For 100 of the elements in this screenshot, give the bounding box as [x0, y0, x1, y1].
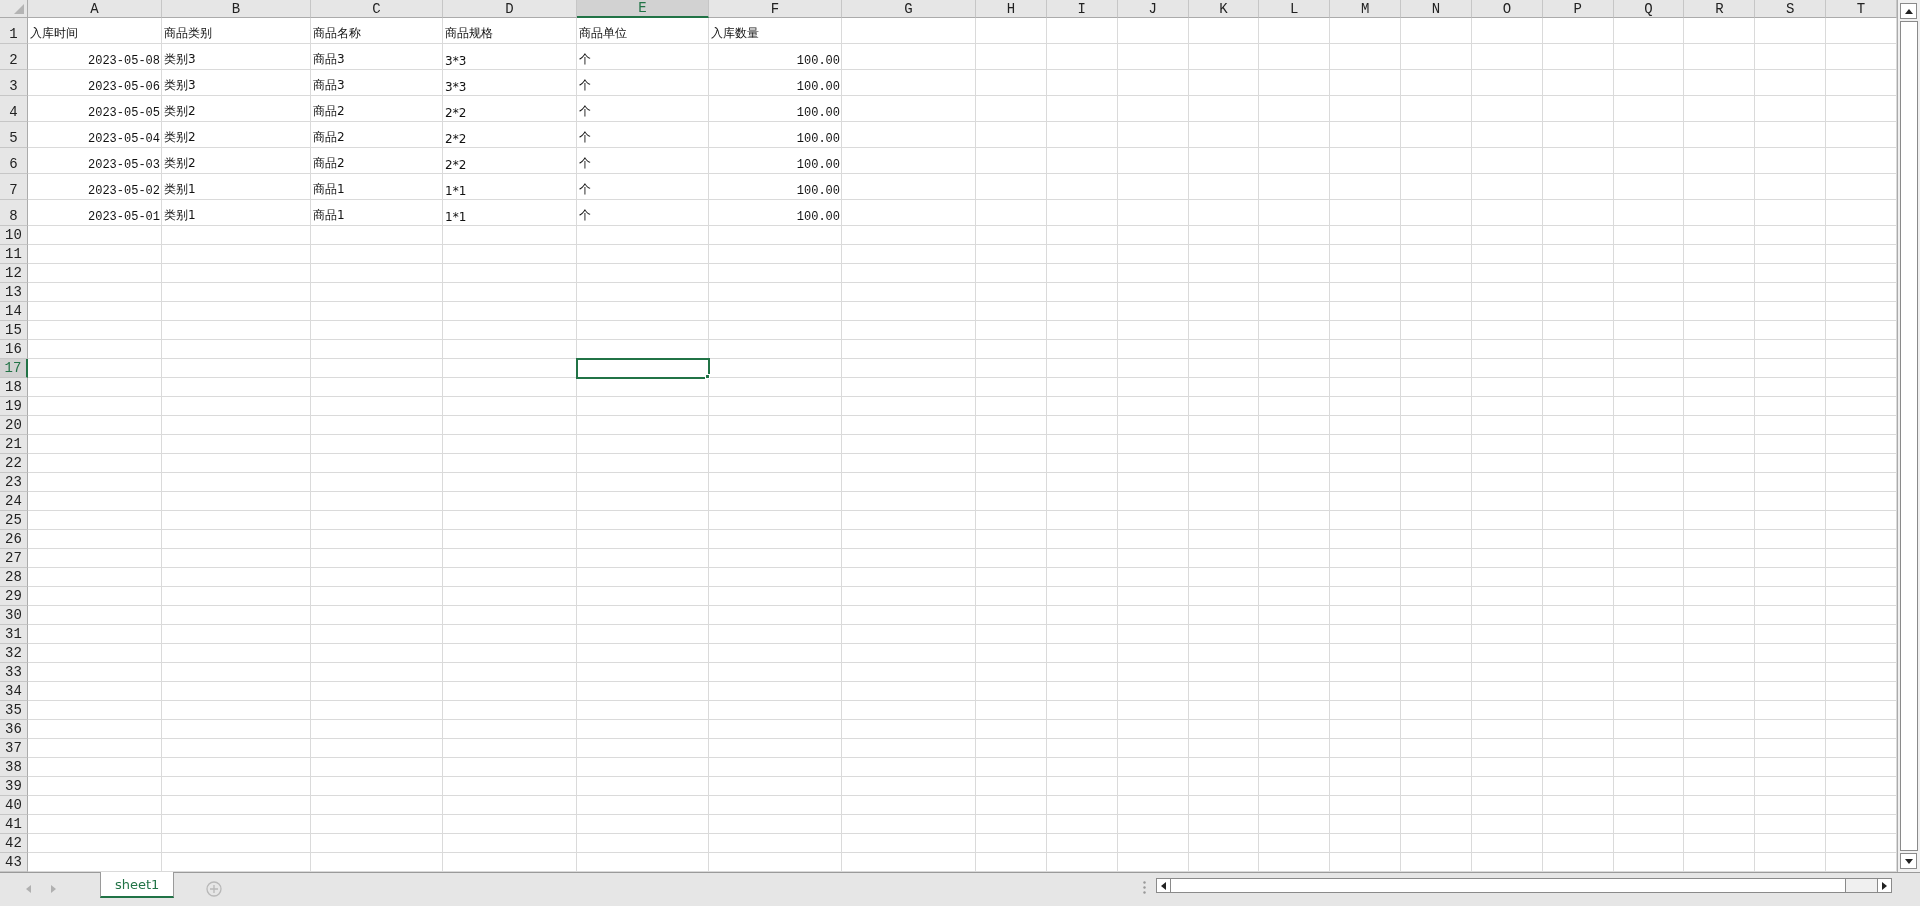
- column-header[interactable]: P: [1542, 0, 1614, 18]
- row-number[interactable]: 43: [0, 853, 28, 872]
- row-number[interactable]: 6: [0, 148, 28, 174]
- table-cell-text: 类别3: [163, 51, 197, 68]
- row-number[interactable]: 18: [0, 378, 28, 397]
- row-number[interactable]: 12: [0, 264, 28, 283]
- column-header[interactable]: H: [976, 0, 1047, 18]
- row-number[interactable]: 26: [0, 530, 28, 549]
- row-number[interactable]: 25: [0, 511, 28, 530]
- row-number[interactable]: 22: [0, 454, 28, 473]
- row-number[interactable]: 32: [0, 644, 28, 663]
- column-header[interactable]: D: [443, 0, 577, 18]
- column-header[interactable]: T: [1826, 0, 1897, 18]
- column-header[interactable]: N: [1401, 0, 1472, 18]
- row-number[interactable]: 13: [0, 283, 28, 302]
- row-number[interactable]: 11: [0, 245, 28, 264]
- column-header[interactable]: E: [577, 0, 709, 18]
- table-cell-text: 商品名称: [312, 25, 362, 42]
- row-number[interactable]: 17: [0, 359, 28, 378]
- table-cell-text: 入库数量: [710, 25, 760, 42]
- vertical-scrollbar[interactable]: [1897, 0, 1920, 872]
- row-number[interactable]: 14: [0, 302, 28, 321]
- column-header[interactable]: B: [162, 0, 311, 18]
- column-header[interactable]: C: [311, 0, 443, 18]
- row-number[interactable]: 16: [0, 340, 28, 359]
- column-header[interactable]: L: [1259, 0, 1331, 18]
- row-number[interactable]: 29: [0, 587, 28, 606]
- split-handle-icon[interactable]: [1143, 881, 1146, 894]
- row-number[interactable]: 34: [0, 682, 28, 701]
- row-number[interactable]: 5: [0, 122, 28, 148]
- table-cell-text: 1*1: [444, 209, 468, 226]
- column-header[interactable]: A: [28, 0, 162, 18]
- row-number[interactable]: 39: [0, 777, 28, 796]
- row-number[interactable]: 15: [0, 321, 28, 340]
- column-header[interactable]: K: [1188, 0, 1260, 18]
- column-header[interactable]: R: [1684, 0, 1756, 18]
- row-number[interactable]: 7: [0, 174, 28, 200]
- table-cell-text: 100.00: [795, 53, 841, 70]
- triangle-down-icon: [1904, 858, 1913, 864]
- table-cell-text: 100.00: [795, 209, 841, 226]
- row-number[interactable]: 30: [0, 606, 28, 625]
- column-header[interactable]: O: [1471, 0, 1543, 18]
- row-number[interactable]: 3: [0, 70, 28, 96]
- vertical-scroll-thumb[interactable]: [1900, 21, 1918, 851]
- table-cell-text: 商品2: [312, 129, 346, 146]
- active-cell-cursor[interactable]: [577, 359, 709, 378]
- row-number[interactable]: 20: [0, 416, 28, 435]
- table-cell-text: 个: [578, 103, 592, 120]
- row-number[interactable]: 41: [0, 815, 28, 834]
- sheet-tab[interactable]: sheet1: [100, 872, 175, 898]
- row-number[interactable]: 31: [0, 625, 28, 644]
- row-number[interactable]: 4: [0, 96, 28, 122]
- scroll-down-button[interactable]: [1900, 853, 1917, 869]
- scroll-up-button[interactable]: [1900, 3, 1917, 19]
- previous-sheet-icon[interactable]: [26, 885, 31, 893]
- table-cell-text: 1*1: [444, 183, 468, 200]
- column-header[interactable]: M: [1330, 0, 1402, 18]
- column-header[interactable]: J: [1117, 0, 1189, 18]
- row-number[interactable]: 1: [0, 18, 28, 44]
- table-cell-text: 3*3: [444, 79, 468, 96]
- table-cell-text: 商品单位: [578, 25, 628, 42]
- row-number[interactable]: 23: [0, 473, 28, 492]
- row-number[interactable]: 40: [0, 796, 28, 815]
- table-cell-text: 2023-05-06: [87, 79, 161, 96]
- table-cell-text: 类别3: [163, 77, 197, 94]
- column-header[interactable]: Q: [1613, 0, 1685, 18]
- row-number[interactable]: 19: [0, 397, 28, 416]
- table-cell-text: 商品3: [312, 51, 346, 68]
- row-number[interactable]: 36: [0, 720, 28, 739]
- triangle-up-icon: [1904, 8, 1913, 14]
- table-cell-text: 类别1: [163, 181, 197, 198]
- row-number[interactable]: 8: [0, 200, 28, 226]
- column-header[interactable]: S: [1755, 0, 1827, 18]
- table-cell-text: 100.00: [795, 79, 841, 96]
- table-cell-text: 个: [578, 181, 592, 198]
- table-cell-text: 个: [578, 207, 592, 224]
- horizontal-scroll-thumb[interactable]: [1171, 879, 1846, 892]
- row-number[interactable]: 37: [0, 739, 28, 758]
- row-number[interactable]: 2: [0, 44, 28, 70]
- column-header[interactable]: I: [1046, 0, 1118, 18]
- row-number[interactable]: 42: [0, 834, 28, 853]
- table-cell-text: 类别1: [163, 207, 197, 224]
- table-cell-text: 个: [578, 129, 592, 146]
- row-number[interactable]: 21: [0, 435, 28, 454]
- triangle-right-icon: [1882, 881, 1887, 890]
- column-header[interactable]: F: [709, 0, 842, 18]
- row-number[interactable]: 24: [0, 492, 28, 511]
- table-cell-text: 2*2: [444, 131, 468, 148]
- row-number[interactable]: 27: [0, 549, 28, 568]
- corner-header[interactable]: [0, 0, 28, 18]
- row-number[interactable]: 35: [0, 701, 28, 720]
- row-number[interactable]: 28: [0, 568, 28, 587]
- column-header[interactable]: G: [842, 0, 976, 18]
- row-number[interactable]: 38: [0, 758, 28, 777]
- next-sheet-icon[interactable]: [51, 885, 56, 893]
- horizontal-scrollbar[interactable]: [1156, 878, 1892, 893]
- row-number[interactable]: 33: [0, 663, 28, 682]
- table-cell-text: 2*2: [444, 105, 468, 122]
- table-cell-text: 个: [578, 51, 592, 68]
- row-number[interactable]: 10: [0, 226, 28, 245]
